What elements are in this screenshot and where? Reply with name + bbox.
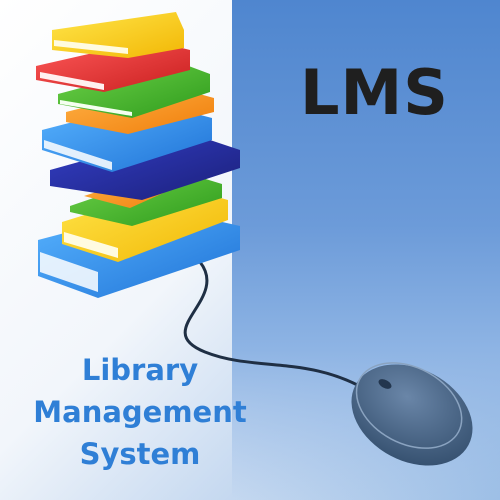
lms-banner: LMS Library Management System [0, 0, 500, 500]
books-stack-icon [36, 12, 240, 298]
title-line-management: Management [33, 395, 247, 429]
title-line-system: System [79, 437, 201, 471]
title-line-library: Library [81, 353, 199, 387]
logo-text: LMS [300, 56, 449, 129]
computer-mouse-icon [351, 362, 473, 466]
